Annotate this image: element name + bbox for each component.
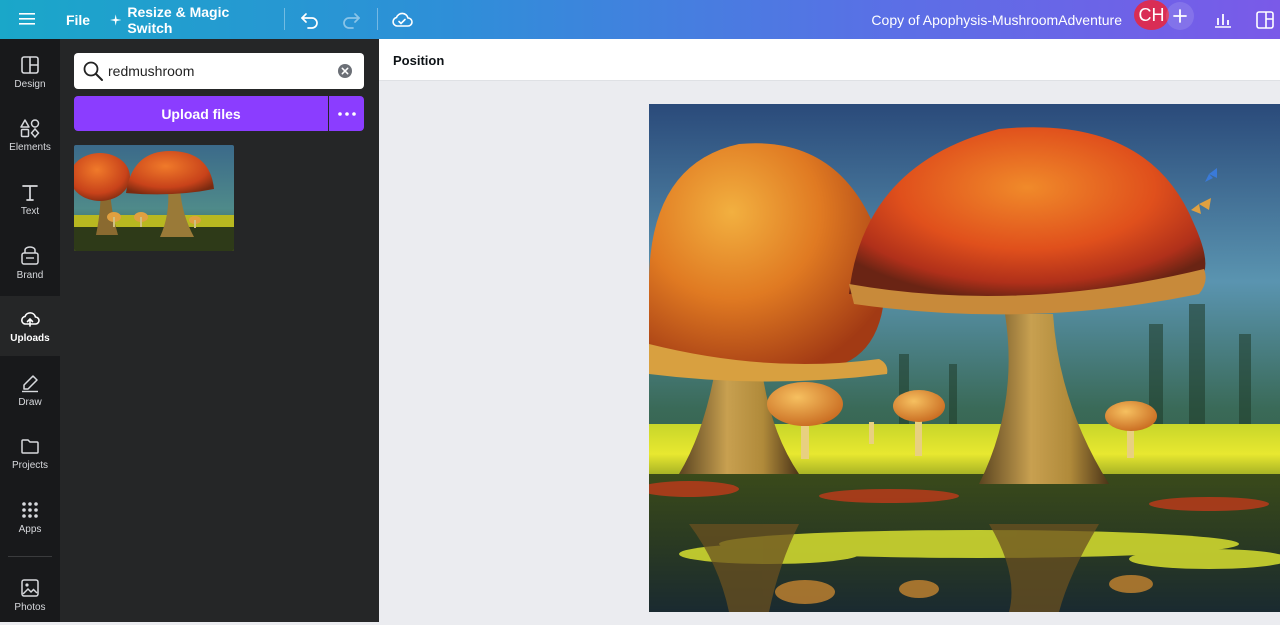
avatar[interactable]: CH (1134, 0, 1169, 30)
image-icon (21, 578, 39, 597)
panel-layout-icon (1256, 10, 1274, 29)
insights-button[interactable] (1208, 0, 1238, 39)
design-icon (21, 55, 39, 74)
clear-search-icon[interactable] (337, 63, 353, 79)
undo-button[interactable] (296, 0, 324, 39)
rail-item-label: Projects (11, 459, 49, 471)
rail-item-elements[interactable]: Elements (0, 105, 60, 165)
cloud-upload-icon (21, 311, 40, 327)
rail-item-label: Apps (18, 523, 42, 535)
undo-icon (301, 12, 318, 29)
upload-files-label: Upload files (161, 105, 241, 122)
bar-chart-icon (1215, 13, 1231, 28)
rail-item-label: Design (14, 78, 46, 90)
rail-item-label: Elements (9, 141, 51, 153)
top-bar: File Resize & Magic Switch Copy of Apoph… (0, 0, 1280, 39)
position-button[interactable]: Position (389, 47, 448, 73)
layout-toggle-button[interactable] (1250, 0, 1280, 39)
rail-item-projects[interactable]: Projects (0, 423, 60, 483)
rail-item-label: Photos (14, 601, 46, 613)
brand-icon (21, 245, 39, 265)
more-dots-icon (337, 111, 356, 116)
rail-item-label: Draw (18, 396, 42, 408)
rail-item-draw[interactable]: Draw (0, 360, 60, 420)
rail-item-brand[interactable]: Brand (0, 233, 60, 293)
uploaded-image-thumbnail[interactable] (74, 145, 234, 251)
toolbar-divider (284, 8, 285, 30)
plus-icon (1173, 9, 1187, 23)
rail-item-photos[interactable]: Photos (0, 565, 60, 625)
rail-item-text[interactable]: Text (0, 169, 60, 229)
rail-item-label: Uploads (10, 332, 50, 344)
position-label: Position (393, 52, 445, 68)
rail-divider (8, 556, 52, 557)
search-icon (83, 61, 103, 81)
upload-more-options-button[interactable] (329, 96, 364, 131)
pen-icon (22, 374, 38, 392)
rail-item-uploads[interactable]: Uploads (0, 296, 60, 356)
rail-item-design[interactable]: Design (0, 42, 60, 102)
file-menu-button[interactable]: File (60, 0, 96, 39)
cloud-check-icon (392, 12, 413, 27)
hamburger-icon (19, 13, 35, 25)
rail-item-apps[interactable]: Apps (0, 487, 60, 547)
rail-item-label: Text (20, 205, 40, 217)
context-toolbar: Position (379, 39, 1280, 81)
side-rail: Design Elements Text Brand Uploads Draw … (0, 39, 60, 622)
uploads-panel: Upload files (60, 39, 379, 622)
file-menu-label: File (65, 11, 91, 28)
search-input[interactable] (108, 53, 333, 89)
resize-magic-switch-button[interactable]: Resize & Magic Switch (110, 0, 270, 39)
folder-icon (21, 438, 39, 454)
resize-label: Resize & Magic Switch (127, 3, 230, 36)
redo-icon (343, 12, 360, 29)
main-menu-button[interactable] (12, 4, 42, 34)
apps-grid-icon (22, 501, 38, 518)
avatar-initials: CH (1138, 4, 1165, 25)
document-title-text: Copy of Apophysis-MushroomAdventure (871, 11, 1122, 28)
toolbar-divider (377, 8, 378, 30)
search-box (74, 53, 364, 89)
upload-files-button[interactable]: Upload files (74, 96, 328, 131)
text-icon (22, 184, 38, 201)
canvas-area (379, 81, 1280, 622)
design-page-image[interactable] (649, 104, 1280, 612)
sparkle-icon (110, 13, 122, 26)
document-title[interactable]: Copy of Apophysis-MushroomAdventure (850, 0, 1122, 39)
save-status-button[interactable] (388, 0, 416, 39)
rail-item-label: Brand (16, 269, 44, 281)
elements-icon (20, 118, 40, 138)
add-collaborator-button[interactable] (1166, 2, 1194, 30)
redo-button[interactable] (337, 0, 365, 39)
